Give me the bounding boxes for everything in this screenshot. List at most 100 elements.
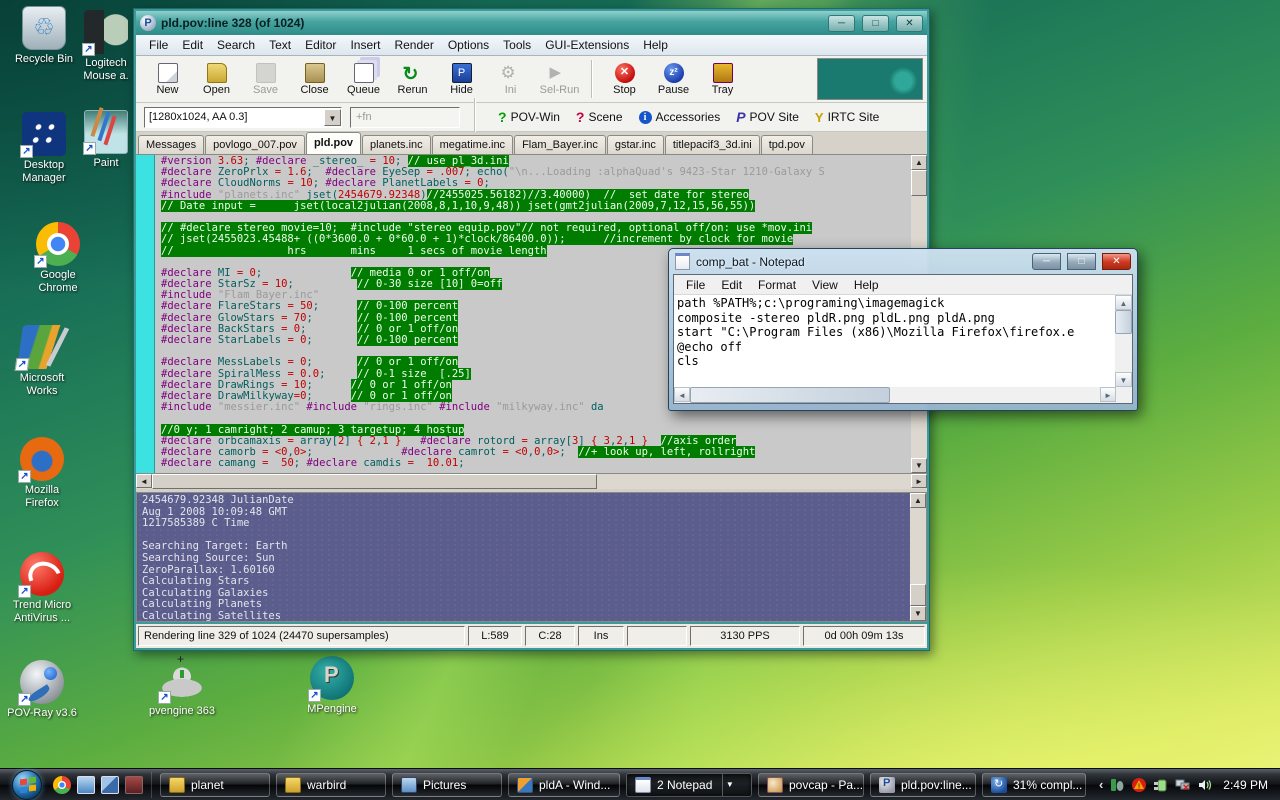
tab-messages[interactable]: Messages: [138, 135, 204, 154]
hide-button[interactable]: PHide: [438, 58, 485, 101]
taskbar-button-pld-pov-line-[interactable]: pld.pov:line...: [870, 773, 976, 797]
dropdown-arrow-icon[interactable]: ▼: [324, 109, 341, 126]
taskbar-button-planet[interactable]: planet: [160, 773, 270, 797]
speaker-icon[interactable]: [1197, 777, 1213, 793]
menu-gui-extensions[interactable]: GUI-Extensions: [538, 36, 636, 54]
scrollbar-track[interactable]: [890, 387, 1100, 403]
scrollbar-thumb[interactable]: [910, 584, 926, 606]
scroll-right-icon[interactable]: ►: [911, 474, 927, 488]
menu-file[interactable]: File: [142, 36, 175, 54]
menu-help[interactable]: Help: [846, 276, 887, 294]
menu-render[interactable]: Render: [387, 36, 440, 54]
tab-gstar.inc[interactable]: gstar.inc: [607, 135, 664, 154]
taskbar-button-povcap-pa-[interactable]: povcap - Pa...: [758, 773, 864, 797]
povray-titlebar[interactable]: P pld.pov:line 328 (of 1024) ─ □ ✕: [136, 11, 927, 35]
tray-expand-icon[interactable]: ‹: [1099, 777, 1103, 792]
tray-button[interactable]: Tray: [699, 58, 746, 101]
link-scene[interactable]: ?Scene: [568, 109, 631, 125]
quicklaunch-switch-windows-icon[interactable]: [101, 776, 119, 794]
desktop-icon-trend[interactable]: Trend Micro AntiVirus ...: [2, 552, 82, 625]
maximize-button[interactable]: □: [862, 15, 889, 32]
notepad-vertical-scrollbar[interactable]: ▲ ▼: [1115, 295, 1132, 387]
power-plug-icon[interactable]: [1153, 777, 1169, 793]
scroll-up-icon[interactable]: ▲: [911, 155, 927, 170]
link-pov-win[interactable]: ?POV-Win: [490, 109, 568, 125]
stop-button[interactable]: ✕Stop: [601, 58, 648, 101]
desktop-icon-pvengine[interactable]: pvengine 363: [142, 658, 222, 718]
menu-edit[interactable]: Edit: [713, 276, 750, 294]
taskbar-button-plda-wind-[interactable]: pldA - Wind...: [508, 773, 620, 797]
desktop-icon-works[interactable]: Microsoft Works: [2, 325, 82, 398]
start-button[interactable]: [12, 770, 42, 800]
scroll-left-icon[interactable]: ◄: [136, 474, 152, 488]
scrollbar-track[interactable]: [1115, 334, 1132, 372]
menu-tools[interactable]: Tools: [496, 36, 538, 54]
scroll-up-icon[interactable]: ▲: [1115, 295, 1132, 310]
link-accessories[interactable]: iAccessories: [631, 110, 729, 124]
menu-format[interactable]: Format: [750, 276, 804, 294]
pause-button[interactable]: z²Pause: [650, 58, 697, 101]
render-preview-thumbnail[interactable]: [817, 58, 923, 100]
close-button[interactable]: Close: [291, 58, 338, 101]
link-pov-site[interactable]: PPOV Site: [728, 109, 807, 125]
menu-text[interactable]: Text: [262, 36, 298, 54]
scroll-down-icon[interactable]: ▼: [910, 606, 926, 621]
desktop-icon-firefox[interactable]: Mozilla Firefox: [2, 437, 82, 510]
scrollbar-thumb[interactable]: [1115, 310, 1132, 334]
notepad-titlebar[interactable]: comp_bat - Notepad ─ □ ✕: [673, 249, 1133, 274]
scrollbar-thumb[interactable]: [690, 387, 890, 403]
scroll-down-icon[interactable]: ▼: [911, 458, 927, 473]
close-button[interactable]: ✕: [1102, 253, 1131, 270]
logitech-tray-icon[interactable]: [1109, 777, 1125, 793]
messages-vertical-scrollbar[interactable]: ▲ ▼: [910, 493, 926, 621]
quicklaunch-show-desktop-icon[interactable]: [77, 776, 95, 794]
quicklaunch-app-icon[interactable]: [125, 776, 143, 794]
menu-editor[interactable]: Editor: [298, 36, 343, 54]
maximize-button[interactable]: □: [1067, 253, 1096, 270]
taskbar-button-warbird[interactable]: warbird: [276, 773, 386, 797]
taskbar-button-2-notepad[interactable]: 2 Notepad▼: [626, 773, 752, 797]
tab-flam_bayer.inc[interactable]: Flam_Bayer.inc: [514, 135, 606, 154]
menu-file[interactable]: File: [678, 276, 713, 294]
menu-edit[interactable]: Edit: [175, 36, 210, 54]
menu-insert[interactable]: Insert: [343, 36, 387, 54]
close-button[interactable]: ✕: [896, 15, 923, 32]
scrollbar-thumb[interactable]: [152, 474, 597, 489]
minimize-button[interactable]: ─: [828, 15, 855, 32]
taskbar-button-31-compl-[interactable]: 31% compl...: [982, 773, 1086, 797]
link-irtc-site[interactable]: YIRTC Site: [807, 110, 887, 125]
notepad-horizontal-scrollbar[interactable]: ◄ ►: [674, 387, 1132, 403]
desktop-icon-povray[interactable]: POV-Ray v3.6: [2, 660, 82, 720]
resolution-dropdown[interactable]: [1280x1024, AA 0.3] ▼: [144, 107, 342, 128]
tab-tpd.pov[interactable]: tpd.pov: [761, 135, 813, 154]
quicklaunch-chrome-icon[interactable]: [53, 776, 71, 794]
rerun-button[interactable]: Rerun: [389, 58, 436, 101]
taskbar-group-dropdown-icon[interactable]: ▼: [722, 774, 736, 796]
scroll-up-icon[interactable]: ▲: [910, 493, 926, 508]
resize-grip[interactable]: [1116, 387, 1132, 402]
open-button[interactable]: Open: [193, 58, 240, 101]
menu-search[interactable]: Search: [210, 36, 262, 54]
menu-help[interactable]: Help: [636, 36, 675, 54]
desktop-icon-mpengine[interactable]: MPengine: [292, 656, 372, 716]
tab-planets.inc[interactable]: planets.inc: [362, 135, 431, 154]
desktop-icon-chrome[interactable]: Google Chrome: [18, 222, 98, 295]
tab-pld.pov[interactable]: pld.pov: [306, 132, 361, 154]
scrollbar-thumb[interactable]: [911, 170, 927, 196]
taskbar-button-pictures[interactable]: Pictures: [392, 773, 502, 797]
scroll-right-icon[interactable]: ►: [1100, 387, 1116, 402]
menu-options[interactable]: Options: [441, 36, 496, 54]
minimize-button[interactable]: ─: [1032, 253, 1061, 270]
menu-view[interactable]: View: [804, 276, 846, 294]
queue-button[interactable]: Queue: [340, 58, 387, 101]
trend-micro-tray-icon[interactable]: !: [1131, 777, 1147, 793]
network-disconnected-icon[interactable]: ✕: [1175, 777, 1191, 793]
tab-povlogo_007.pov[interactable]: povlogo_007.pov: [205, 135, 305, 154]
scroll-left-icon[interactable]: ◄: [674, 387, 690, 402]
scrollbar-track[interactable]: [597, 474, 911, 489]
scroll-down-icon[interactable]: ▼: [1115, 372, 1132, 387]
tab-megatime.inc[interactable]: megatime.inc: [432, 135, 513, 154]
notepad-text-area[interactable]: path %PATH%;c:\programing\imagemagickcom…: [674, 295, 1115, 387]
editor-horizontal-scrollbar[interactable]: ◄ ►: [136, 473, 927, 489]
tab-titlepacif3_3d.ini[interactable]: titlepacif3_3d.ini: [665, 135, 760, 154]
